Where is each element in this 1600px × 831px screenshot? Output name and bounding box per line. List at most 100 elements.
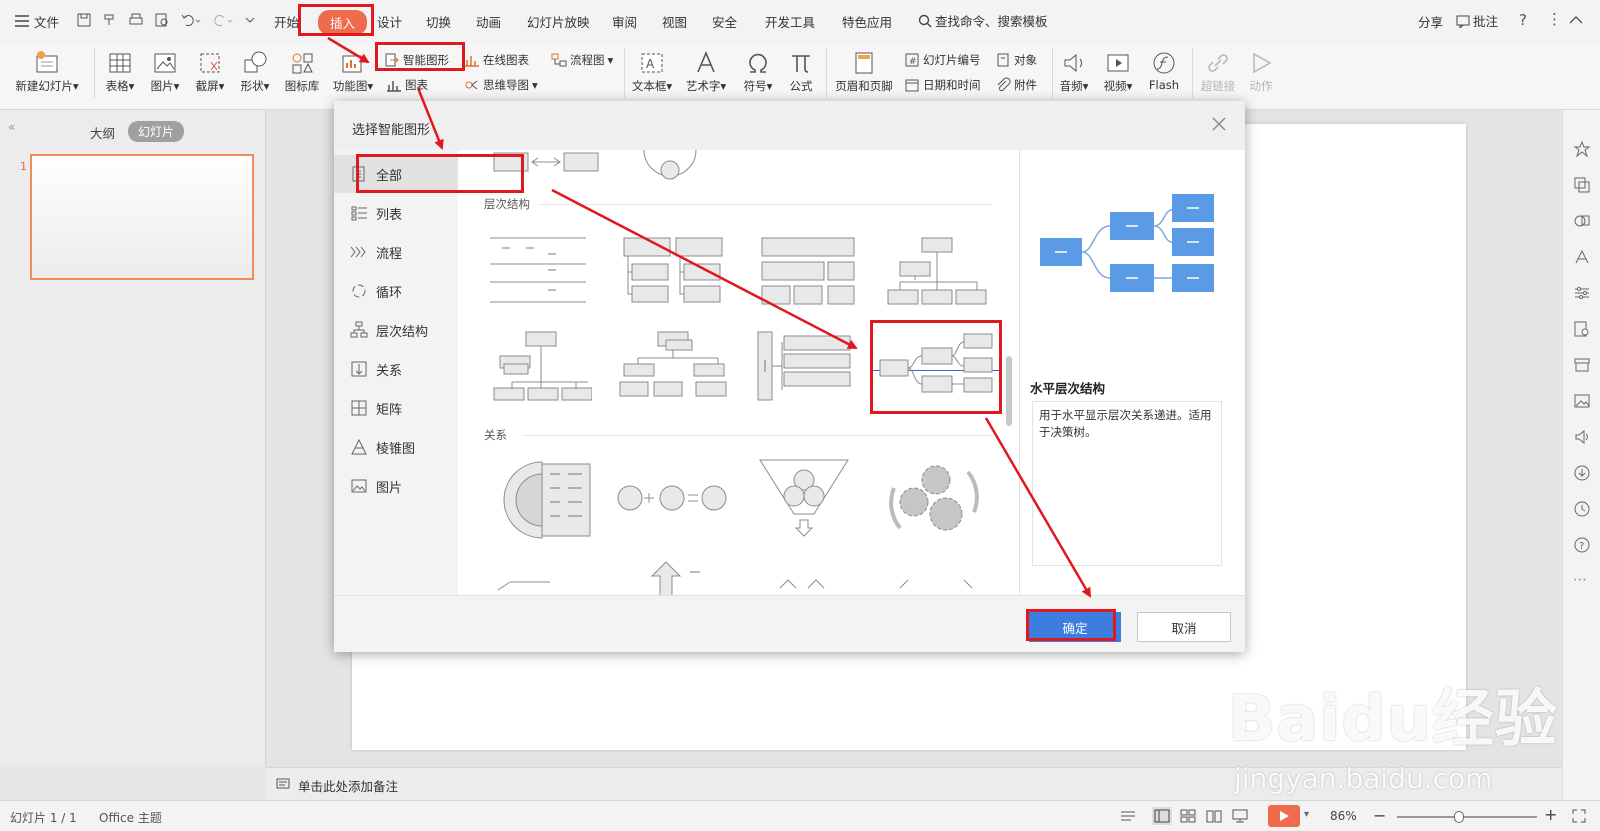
template-org-chart-2col[interactable]	[622, 236, 726, 308]
template-relation-gears[interactable]	[886, 458, 982, 542]
fit-window-icon[interactable]	[1572, 809, 1586, 823]
tab-security[interactable]: 安全	[712, 12, 737, 31]
table-button[interactable]: 表格▾	[102, 50, 138, 94]
category-cycle[interactable]: 循环	[334, 272, 458, 310]
document-search-icon[interactable]	[1573, 320, 1591, 338]
template-hierarchy-list[interactable]	[488, 236, 588, 306]
zoom-in-button[interactable]: +	[1544, 805, 1557, 824]
save-icon[interactable]	[76, 12, 92, 28]
presenter-view-icon[interactable]	[1232, 809, 1248, 823]
format-painter-icon[interactable]	[102, 12, 118, 28]
template-org-chart-multi[interactable]	[618, 330, 730, 402]
shape-style-icon[interactable]	[1573, 212, 1591, 230]
online-chart-button[interactable]: 在线图表	[464, 52, 529, 68]
tab-design[interactable]: 设计	[377, 12, 402, 31]
textbox-button[interactable]: A 文本框▾	[630, 50, 674, 94]
collapse-panel-icon[interactable]: «	[8, 120, 15, 134]
command-search[interactable]: 查找命令、搜索模板	[918, 11, 1048, 30]
template-partial-row[interactable]	[488, 570, 588, 595]
more-options-icon[interactable]: ⋮	[1547, 10, 1562, 28]
flowchart-button[interactable]: 流程图 ▾	[551, 52, 613, 68]
settings-sliders-icon[interactable]	[1573, 284, 1591, 302]
function-chart-button[interactable]: 功能图▾	[330, 50, 376, 94]
tab-transition[interactable]: 切换	[426, 12, 451, 31]
template-relation-equation[interactable]	[616, 480, 730, 516]
hamburger-icon[interactable]	[14, 14, 30, 31]
object-button[interactable]: 对象	[995, 52, 1037, 68]
icon-library-button[interactable]: 图标库	[282, 50, 322, 94]
theme-name[interactable]: Office 主题	[99, 809, 162, 826]
picture-button[interactable]: 图片▾	[147, 50, 183, 94]
more-icon[interactable]: ⋯	[1573, 572, 1587, 588]
flash-button[interactable]: Flash	[1146, 50, 1182, 92]
help-icon[interactable]: ?	[1519, 11, 1527, 29]
category-matrix[interactable]: 矩阵	[334, 389, 458, 427]
collapse-ribbon-icon[interactable]	[1568, 14, 1584, 26]
comment-button[interactable]: 批注	[1456, 11, 1498, 30]
slide-number-button[interactable]: # 幻灯片编号	[904, 52, 981, 68]
chart-button[interactable]: 图表	[386, 77, 428, 93]
print-preview-icon[interactable]	[154, 12, 170, 28]
image-icon[interactable]	[1573, 392, 1591, 410]
category-relation[interactable]: 关系	[334, 350, 458, 388]
slide-sorter-icon[interactable]	[1180, 809, 1196, 823]
tab-special[interactable]: 特色应用	[842, 12, 892, 31]
archive-icon[interactable]	[1573, 356, 1591, 374]
print-icon[interactable]	[128, 12, 144, 28]
screenshot-button[interactable]: 截屏▾	[192, 50, 228, 94]
template-hierarchy-vertical[interactable]	[756, 330, 854, 402]
datetime-button[interactable]: 日期和时间	[904, 77, 981, 93]
category-hierarchy[interactable]: 层次结构	[334, 311, 458, 349]
template-hierarchy-blocks[interactable]	[760, 236, 856, 308]
star-icon[interactable]	[1573, 140, 1591, 158]
tab-animation[interactable]: 动画	[476, 12, 501, 31]
mindmap-button[interactable]: 思维导图 ▾	[464, 77, 538, 93]
slide-thumbnail[interactable]	[30, 154, 254, 280]
help-circle-icon[interactable]: ?	[1573, 536, 1591, 554]
category-process[interactable]: 流程	[334, 233, 458, 271]
action-button[interactable]: 动作	[1246, 50, 1276, 94]
tab-review[interactable]: 审阅	[612, 12, 637, 31]
zoom-out-button[interactable]: −	[1373, 806, 1386, 825]
tab-home[interactable]: 开始	[274, 12, 299, 31]
normal-view-icon[interactable]	[1152, 807, 1172, 825]
attachment-button[interactable]: 附件	[995, 77, 1037, 93]
category-picture[interactable]: 图片	[334, 467, 458, 505]
play-options-icon[interactable]: ▾	[1304, 809, 1309, 820]
zoom-slider[interactable]	[1397, 816, 1537, 818]
hyperlink-button[interactable]: 超链接	[1198, 50, 1238, 94]
notes-toggle-icon[interactable]	[1120, 809, 1136, 823]
new-slide-button[interactable]: 新建幻灯片▾	[10, 50, 84, 94]
template-relation-arc[interactable]	[486, 460, 592, 540]
audio-button[interactable]: 音频▾	[1056, 50, 1092, 94]
header-footer-button[interactable]: 页眉和页脚	[832, 50, 896, 94]
template-org-chart-tree[interactable]	[886, 236, 990, 308]
close-icon[interactable]	[1210, 115, 1228, 133]
template-partial-shapes[interactable]	[898, 574, 978, 595]
template-relation-funnel[interactable]	[758, 456, 850, 542]
undo-icon[interactable]	[180, 12, 202, 28]
play-slideshow-button[interactable]	[1268, 805, 1300, 827]
formula-button[interactable]: 公式	[786, 50, 816, 94]
tab-outline[interactable]: 大纲	[90, 123, 115, 142]
tab-slideshow[interactable]: 幻灯片放映	[527, 12, 590, 31]
tab-slides[interactable]: 幻灯片	[128, 121, 185, 142]
tab-view[interactable]: 视图	[662, 12, 687, 31]
reading-view-icon[interactable]	[1206, 809, 1222, 823]
template-cycle-partial[interactable]	[640, 150, 700, 180]
text-style-icon[interactable]	[1573, 248, 1591, 266]
customize-qat-icon[interactable]	[244, 12, 256, 28]
template-partial-chevrons[interactable]	[778, 574, 838, 595]
video-button[interactable]: 视频▾	[1100, 50, 1136, 94]
download-circle-icon[interactable]	[1573, 464, 1591, 482]
history-icon[interactable]	[1573, 500, 1591, 518]
cancel-button[interactable]: 取消	[1137, 612, 1231, 642]
template-org-chart-labeled[interactable]	[492, 330, 592, 402]
volume-icon[interactable]	[1573, 428, 1591, 446]
wordart-button[interactable]: 艺术字▾	[684, 50, 728, 94]
zoom-slider-thumb[interactable]	[1454, 811, 1464, 823]
redo-icon[interactable]	[212, 12, 234, 28]
category-list-item[interactable]: 列表	[334, 194, 458, 232]
shape-button[interactable]: 形状▾	[237, 50, 273, 94]
menu-file[interactable]: 文件	[34, 12, 59, 31]
